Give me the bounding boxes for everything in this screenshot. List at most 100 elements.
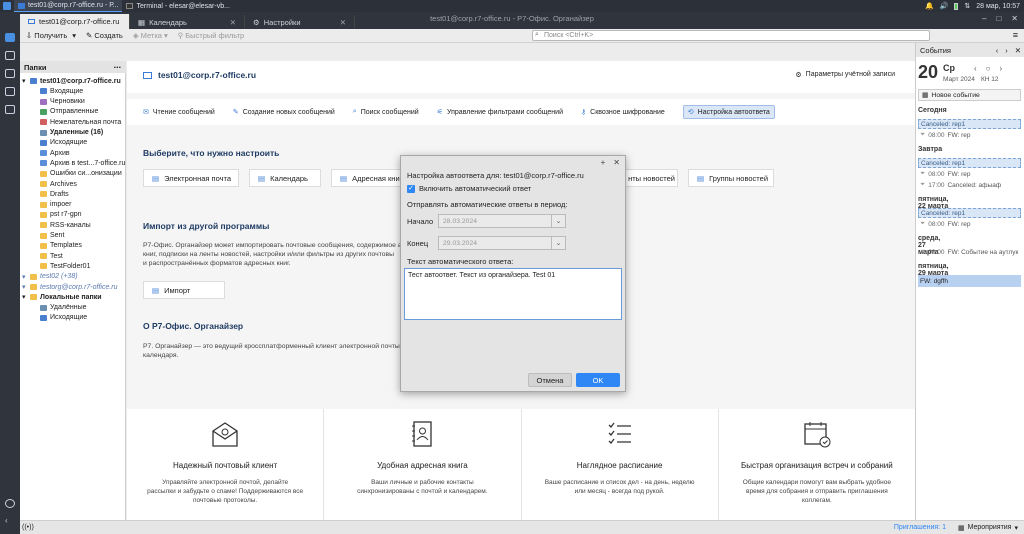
import-button[interactable]: ▤ Импорт — [143, 281, 225, 299]
folder-item[interactable]: ▾ testorg@corp.r7-office.ru — [22, 282, 118, 292]
chevron-down-icon[interactable]: ▾ — [72, 31, 76, 40]
folder-item[interactable]: Templates — [32, 241, 82, 251]
folder-item[interactable]: ▾ Локальные папки — [22, 292, 102, 302]
account-tool[interactable]: ✎ Создание новых сообщений — [233, 108, 335, 117]
account-tool[interactable]: ⌕ Поиск сообщений — [353, 108, 419, 116]
tag-button[interactable]: ◈ Метка ▾ — [133, 31, 168, 40]
invitations-link[interactable]: Приглашения: 1 — [894, 524, 946, 531]
folder-item[interactable]: TestFolder01 — [32, 261, 90, 271]
compose-button[interactable]: ✎ Создать — [86, 31, 123, 40]
folder-item[interactable]: pst r7-gpn — [32, 210, 82, 220]
folder-item[interactable]: Архив — [32, 148, 70, 158]
tasks-space-icon[interactable] — [5, 87, 15, 96]
chat-space-icon[interactable] — [5, 105, 15, 114]
event-item[interactable]: ⏷ 08:00 FW: Событие на аутлук — [918, 247, 1021, 257]
account-tool[interactable]: ✉ Чтение сообщений — [143, 108, 215, 117]
folder-item[interactable]: Test — [32, 251, 63, 261]
collapse-icon[interactable]: ‹ — [5, 517, 15, 526]
address-book-icon[interactable] — [5, 51, 15, 60]
menu-icon[interactable]: ≡ — [1013, 30, 1018, 40]
mail-space-icon[interactable] — [5, 33, 15, 42]
notifications-icon[interactable]: 🔔 — [925, 2, 934, 10]
folder-item[interactable]: Нежелательная почта — [32, 117, 121, 127]
close-icon[interactable]: ✕ — [613, 158, 620, 167]
chevron-down-icon[interactable]: ⌄ — [551, 215, 565, 227]
new-event-button[interactable]: ▦ Новое событие — [918, 89, 1021, 101]
expand-icon[interactable]: ▾ — [22, 77, 27, 85]
checkbox-checked-icon[interactable]: ✓ — [407, 184, 415, 193]
account-tool[interactable]: ⚷ Сквозное шифрование — [581, 108, 665, 117]
setup-card[interactable]: ▤ Календарь — [249, 169, 321, 187]
folder-item[interactable]: Черновики — [32, 97, 85, 107]
start-date-field[interactable]: 28.03.2024 ⌄ — [438, 214, 566, 228]
reply-text-area[interactable]: Тест автоответ. Текст из органайзера. Te… — [404, 268, 622, 320]
end-date-field[interactable]: 29.03.2024 ⌄ — [438, 236, 566, 250]
network-icon[interactable]: ⇅ — [964, 2, 970, 10]
folder-item[interactable]: impoer — [32, 200, 71, 210]
next-day-icon[interactable]: › — [1005, 46, 1008, 55]
prev-day-icon[interactable]: ‹ — [996, 46, 999, 55]
account-tool[interactable]: ⟲ Настройка автоответа — [682, 105, 775, 119]
folder-item[interactable]: RSS-каналы — [32, 220, 91, 230]
folder-item[interactable]: Drafts — [32, 189, 69, 199]
account-settings-link[interactable]: ⚙ Параметры учётной записи — [795, 71, 895, 79]
more-options-icon[interactable]: ⋯ — [114, 63, 127, 72]
minimize-icon[interactable]: – — [982, 14, 986, 23]
prev-day-icon[interactable]: ‹ — [974, 64, 977, 73]
calendar-space-icon[interactable] — [5, 69, 15, 78]
setup-card[interactable]: ▤ Группы новостей — [688, 169, 774, 187]
settings-icon[interactable] — [5, 499, 15, 508]
folder-item[interactable]: Archives — [32, 179, 77, 189]
event-item[interactable]: FW: dgffh — [918, 275, 1021, 287]
pin-icon[interactable]: + — [601, 158, 606, 167]
maximize-icon[interactable]: □ — [996, 14, 1001, 23]
start-menu-icon[interactable] — [3, 2, 11, 10]
taskbar-window-terminal[interactable]: Terminal - elesar@elesar-vb... — [122, 0, 233, 12]
close-tab-icon[interactable]: ✕ — [340, 18, 346, 27]
folder-item[interactable]: Входящие — [32, 86, 83, 96]
event-item[interactable]: Canceled: rep1 — [918, 158, 1021, 168]
volume-icon[interactable]: 🔊 — [940, 2, 949, 10]
event-item[interactable]: ⏷ 08:00 FW: rep — [918, 219, 1021, 229]
event-item[interactable]: Canceled: rep1 — [918, 208, 1021, 218]
folder-item[interactable]: ▾ test01@corp.r7-office.ru — [22, 76, 121, 86]
ok-button[interactable]: OK — [576, 373, 620, 387]
expand-icon[interactable]: ▾ — [22, 293, 27, 301]
battery-icon[interactable] — [954, 2, 959, 10]
expand-icon[interactable]: ▾ — [22, 283, 27, 291]
tab-calendar[interactable]: ▦ Календарь ✕ — [130, 15, 245, 29]
chevron-down-icon[interactable]: ⌄ — [551, 237, 565, 249]
tab-mail[interactable]: test01@corp.r7-office.ru — [20, 14, 130, 29]
folder-icon — [30, 273, 37, 280]
search-input[interactable]: Поиск <Ctrl+K> — [532, 30, 930, 41]
expand-icon[interactable]: ▾ — [22, 273, 27, 281]
event-item[interactable]: Canceled: rep1 — [918, 119, 1021, 129]
folder-item[interactable]: Удалённые — [32, 303, 87, 313]
close-icon[interactable]: ✕ — [1011, 14, 1018, 23]
get-messages-button[interactable]: ⇩ Получить ▾ — [26, 31, 76, 40]
close-tab-icon[interactable]: ✕ — [230, 18, 236, 27]
setup-card[interactable]: ▤ Электронная почта — [143, 169, 239, 187]
close-icon[interactable]: ✕ — [1015, 46, 1021, 55]
event-item[interactable]: ⏷ 17:00 Canceled: афыаф — [918, 180, 1021, 190]
events-toggle[interactable]: ▦ Мероприятия ▾ — [958, 524, 1018, 532]
folder-item[interactable]: Отправленные — [32, 107, 98, 117]
folder-item[interactable]: Исходящие — [32, 313, 87, 323]
folder-item[interactable]: Удаленные (16) — [32, 128, 103, 138]
enable-autoreply-checkbox[interactable]: ✓ Включить автоматический ответ — [407, 184, 531, 193]
quick-filter-button[interactable]: ⚲ Быстрый фильтр — [178, 31, 245, 40]
today-icon[interactable]: ○ — [986, 64, 991, 73]
next-day-icon[interactable]: › — [1000, 64, 1003, 73]
folder-item[interactable]: Исходящие — [32, 138, 87, 148]
event-item[interactable]: ⏷ 08:00 FW: rep — [918, 130, 1021, 140]
folder-item[interactable]: Sent — [32, 231, 64, 241]
folder-item[interactable]: Ошибки си...онизации — [32, 169, 122, 179]
cancel-button[interactable]: Отмена — [528, 373, 572, 387]
folder-item[interactable]: ▾ test02 (+38) — [22, 272, 78, 282]
folder-item[interactable]: Архив в test...7-office.ru — [32, 158, 125, 168]
account-tool[interactable]: ⚟ Управление фильтрами сообщений — [437, 108, 563, 117]
taskbar-window-organizer[interactable]: test01@corp.r7-office.ru - Р... — [14, 0, 123, 12]
event-item[interactable]: ⏷ 08:00 FW: rep — [918, 169, 1021, 179]
tab-settings[interactable]: ⚙ Настройки ✕ — [245, 15, 355, 29]
clock[interactable]: 28 мар, 10:57 — [976, 3, 1020, 10]
